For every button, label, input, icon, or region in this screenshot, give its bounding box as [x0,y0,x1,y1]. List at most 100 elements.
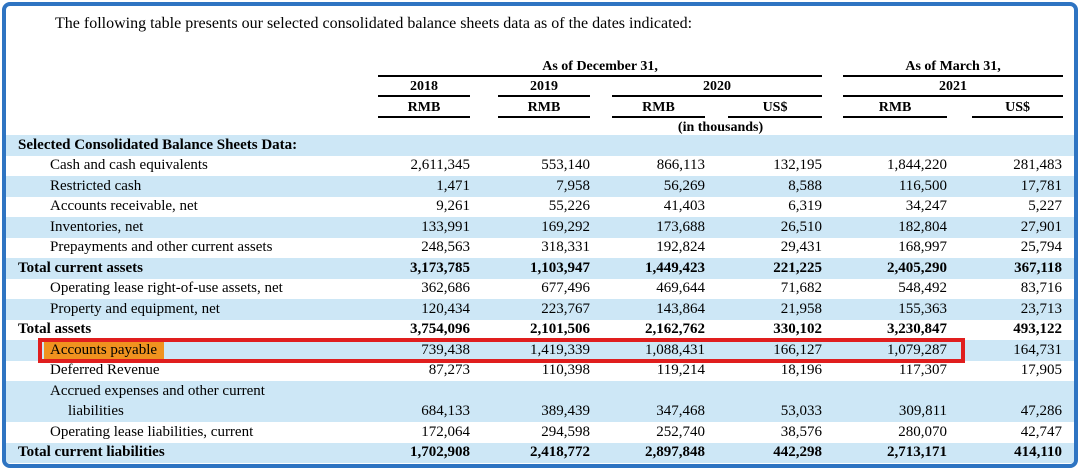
currency-label: US$ [728,100,822,118]
cell-value: 248,563 [378,238,470,259]
header-row-years: 2018 2019 2020 2021 [6,77,1074,97]
intro-text: The following table presents our selecte… [55,14,1054,33]
col-group-december: As of December 31, [378,59,822,77]
cell-value: 164,731 [947,340,1074,361]
cell-value [947,135,1074,156]
cell-value: 1,088,431 [590,340,705,361]
header-row-units: (in thousands) [6,118,1074,135]
cell-value: 252,740 [590,422,705,443]
cell-value: 120,434 [378,299,470,320]
cell-value [705,381,822,402]
table-row: Accounts receivable, net9,26155,22641,40… [6,197,1074,218]
cell-value: 17,781 [947,176,1074,197]
cell-value: 116,500 [822,176,947,197]
row-label-cell: Accounts payable [6,340,378,361]
cell-value [822,135,947,156]
cell-value: 389,439 [470,402,590,423]
row-label-cell: Selected Consolidated Balance Sheets Dat… [6,135,378,156]
cell-value: 18,196 [705,361,822,382]
cell-value: 172,064 [378,422,470,443]
cell-value: 677,496 [470,279,590,300]
cell-value [947,381,1074,402]
table-row: Total current assets3,173,7851,103,9471,… [6,258,1074,279]
cell-value: 168,997 [822,238,947,259]
cell-value: 132,195 [705,156,822,177]
table-row: Prepayments and other current assets 248,… [6,238,1074,259]
table-row: Selected Consolidated Balance Sheets Dat… [6,135,1074,156]
cell-value: 71,682 [705,279,822,300]
cell-value: 469,644 [590,279,705,300]
row-label: Operating lease liabilities, current [50,424,253,440]
year-2019: 2019 [498,79,590,97]
cell-value [590,135,705,156]
cell-value: 26,510 [705,217,822,238]
row-label: Inventories, net [50,219,143,235]
cell-value: 173,688 [590,217,705,238]
table-row: Accrued expenses and other current [6,381,1074,402]
cell-value: 6,319 [705,197,822,218]
cell-value [705,135,822,156]
table-row: Accounts payable739,4381,419,3391,088,43… [6,340,1074,361]
col-group-march: As of March 31, [843,59,1063,77]
table-row: Total assets3,754,0962,101,5062,162,7623… [6,320,1074,341]
cell-value: 1,471 [378,176,470,197]
row-label: Restricted cash [50,178,141,194]
cell-value: 53,033 [705,402,822,423]
cell-value: 29,431 [705,238,822,259]
cell-value: 684,133 [378,402,470,423]
year-2020: 2020 [612,79,822,97]
row-label-cell: Operating lease right-of-use assets, net [6,279,378,300]
row-label-cell: Accounts receivable, net [6,197,378,218]
cell-value: 1,702,908 [378,443,470,464]
cell-value: 3,173,785 [378,258,470,279]
row-label: Total current liabilities [18,444,165,460]
cell-value: 1,419,339 [470,340,590,361]
cell-value: 3,230,847 [822,320,947,341]
row-label-cell: Prepayments and other current assets [6,238,378,259]
cell-value: 2,162,762 [590,320,705,341]
cell-value: 2,418,772 [470,443,590,464]
cell-value: 110,398 [470,361,590,382]
row-label: Total current assets [18,260,143,276]
table-row: Restricted cash1,4717,95856,2698,588116,… [6,176,1074,197]
cell-value: 347,468 [590,402,705,423]
cell-value: 41,403 [590,197,705,218]
cell-value: 330,102 [705,320,822,341]
cell-value: 442,298 [705,443,822,464]
table-row: Deferred Revenue87,273110,398119,21418,1… [6,361,1074,382]
cell-value: 367,118 [947,258,1074,279]
row-label-cell: Total current assets [6,258,378,279]
cell-value: 1,844,220 [822,156,947,177]
cell-value: 56,269 [590,176,705,197]
cell-value: 223,767 [470,299,590,320]
cell-value: 318,331 [470,238,590,259]
currency-label: RMB [843,100,947,118]
cell-value: 182,804 [822,217,947,238]
header-row-currencies: RMB RMB RMB US$ RMB US$ [6,97,1074,118]
cell-value [822,381,947,402]
table-row: Property and equipment, net120,434223,76… [6,299,1074,320]
currency-label: RMB [378,100,470,118]
cell-value: 548,492 [822,279,947,300]
cell-value: 27,901 [947,217,1074,238]
row-label-cell: Restricted cash [6,176,378,197]
row-label-cell: Inventories, net [6,217,378,238]
currency-label: RMB [612,100,705,118]
row-label: Accrued expenses and other current [50,383,265,399]
cell-value: 5,227 [947,197,1074,218]
table-body: Selected Consolidated Balance Sheets Dat… [6,135,1074,463]
document-page: The following table presents our selecte… [2,2,1078,468]
balance-sheet-table: As of December 31, As of March 31, 2018 … [6,55,1074,463]
cell-value [378,381,470,402]
cell-value: 23,713 [947,299,1074,320]
table-row: Operating lease right-of-use assets, net… [6,279,1074,300]
cell-value: 25,794 [947,238,1074,259]
row-label: Prepayments and other current assets [50,239,272,255]
cell-value: 8,588 [705,176,822,197]
cell-value [590,381,705,402]
row-label: Operating lease right-of-use assets, net [50,280,283,296]
cell-value: 493,122 [947,320,1074,341]
cell-value: 1,103,947 [470,258,590,279]
row-label: Cash and cash equivalents [50,157,208,173]
row-label: Total assets [18,321,91,337]
